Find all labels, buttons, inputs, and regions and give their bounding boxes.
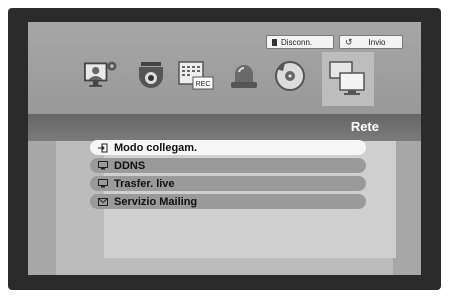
logout-icon xyxy=(272,38,277,46)
rec-badge: REC xyxy=(196,81,211,88)
menu-item-ddns[interactable]: DDNS xyxy=(90,158,366,173)
send-label: Invio xyxy=(368,37,386,47)
menu-item-servizio-mailing[interactable]: Servizio Mailing xyxy=(90,194,366,209)
undo-arrow-icon: ↺ xyxy=(345,36,353,47)
network-menu: Modo collegam. DDNS Trasfer. live Serviz… xyxy=(90,140,366,212)
menu-item-label: DDNS xyxy=(114,159,146,172)
menu-item-label: Servizio Mailing xyxy=(114,195,198,208)
camera-setup-icon[interactable] xyxy=(133,58,169,94)
disconnect-button[interactable]: Disconn. xyxy=(266,35,334,49)
disconnect-label: Disconn. xyxy=(281,37,313,47)
system-setup-icon[interactable] xyxy=(84,58,120,94)
backup-disc-icon[interactable] xyxy=(272,58,308,94)
menu-item-label: Modo collegam. xyxy=(114,141,198,154)
menu-item-label: Trasfer. live xyxy=(114,177,175,190)
login-icon xyxy=(98,143,108,152)
monitor-icon xyxy=(98,179,108,188)
page-title: Rete xyxy=(350,119,379,134)
monitor-icon xyxy=(98,161,108,170)
menu-item-modo-collegam[interactable]: Modo collegam. xyxy=(90,140,366,155)
network-setup-icon[interactable] xyxy=(322,52,374,106)
mail-icon xyxy=(98,197,108,206)
send-button[interactable]: ↺ Invio xyxy=(339,35,403,49)
record-schedule-icon[interactable]: REC xyxy=(178,58,214,94)
event-alarm-icon[interactable] xyxy=(226,58,262,94)
menu-item-trasfer-live[interactable]: Trasfer. live xyxy=(90,176,366,191)
